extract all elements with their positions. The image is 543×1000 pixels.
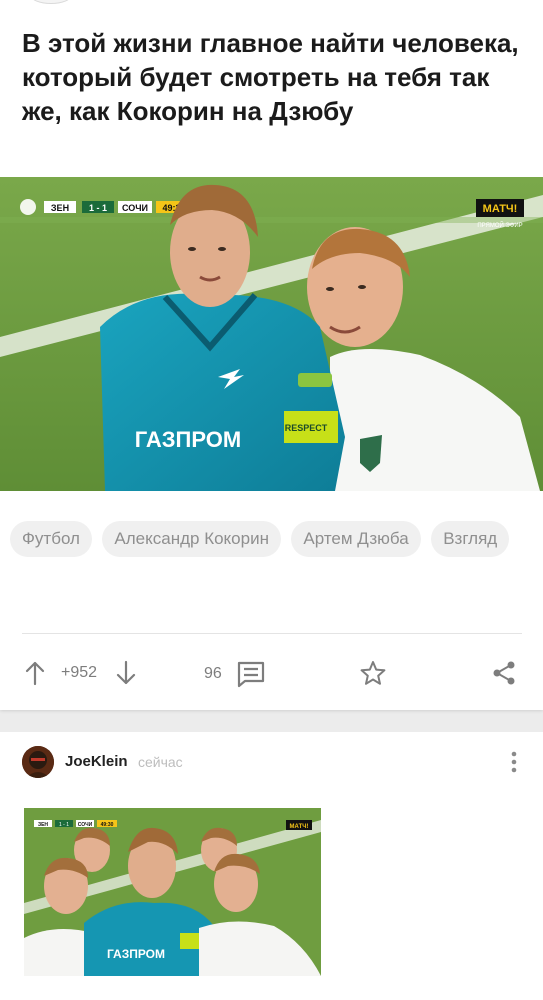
thumb-team-home: ЗЕН <box>38 822 48 828</box>
rating-value: +952 <box>61 664 98 681</box>
divider <box>22 633 522 634</box>
jersey-sponsor-text: ГАЗПРОМ <box>135 427 241 452</box>
share-button[interactable] <box>490 659 518 687</box>
meme-photo: ЗЕН 1 - 1 СОЧИ 49:30 МАТЧ! ГАЗПРОМ <box>24 808 321 976</box>
tag-glance[interactable]: Взгляд <box>431 521 510 557</box>
thumb-jersey-text: ГАЗПРОМ <box>107 947 165 961</box>
comments-count: 96 <box>204 665 222 682</box>
favorite-button[interactable] <box>359 659 387 687</box>
tag-football[interactable]: Футбол <box>10 521 92 557</box>
comment-author[interactable]: JoeKlein <box>65 753 128 770</box>
score-value: 1 - 1 <box>89 203 107 213</box>
tag-dzyuba[interactable]: Артем Дзюба <box>291 521 421 557</box>
arrow-up-icon <box>25 661 45 686</box>
avatar[interactable] <box>22 746 54 778</box>
comment-card: JoeKlein сейчас ЗЕН 1 - 1 СОЧИ 49:30 МАТ… <box>0 732 543 1000</box>
channel-name: МАТЧ! <box>483 203 518 215</box>
football-photo: ЗЕН 1 - 1 СОЧИ 49:30 МАТЧ! ПРЯМОЙ ЭФИР R… <box>0 177 543 491</box>
upvote-button[interactable] <box>24 660 46 686</box>
comment-icon <box>237 661 264 688</box>
tag-kokorin[interactable]: Александр Кокорин <box>102 521 281 557</box>
score-team-away: СОЧИ <box>122 203 148 213</box>
more-vertical-icon <box>511 751 517 773</box>
star-icon <box>360 661 386 685</box>
thumb-clock: 49:30 <box>101 822 114 828</box>
downvote-button[interactable] <box>115 660 137 686</box>
armband-text: RESPECT <box>285 423 328 433</box>
post-card: В этой жизни главное найти человека, кот… <box>0 0 543 710</box>
thumb-channel: МАТЧ! <box>290 824 309 830</box>
thumb-score: 1 - 1 <box>59 822 69 828</box>
comments-button[interactable]: 96 <box>204 660 266 688</box>
scoreboard-overlay: ЗЕН 1 - 1 СОЧИ 49:30 <box>20 199 192 215</box>
score-team-home: ЗЕН <box>51 203 69 213</box>
rating-bar: +952 <box>24 660 137 686</box>
thumb-team-away: СОЧИ <box>78 822 93 828</box>
channel-logo: МАТЧ! ПРЯМОЙ ЭФИР <box>476 199 524 229</box>
post-title[interactable]: В этой жизни главное найти человека, кот… <box>22 26 522 128</box>
share-icon <box>493 661 515 685</box>
post-image[interactable]: ЗЕН 1 - 1 СОЧИ 49:30 МАТЧ! ПРЯМОЙ ЭФИР R… <box>0 177 543 491</box>
arrow-down-icon <box>116 660 136 685</box>
avatar-image <box>22 746 54 778</box>
channel-subtitle: ПРЯМОЙ ЭФИР <box>477 221 522 229</box>
more-options-button[interactable] <box>506 750 522 774</box>
tag-list: Футбол Александр Кокорин Артем Дзюба Взг… <box>10 521 530 569</box>
previous-avatar-fragment <box>30 0 72 4</box>
comment-image[interactable]: ЗЕН 1 - 1 СОЧИ 49:30 МАТЧ! ГАЗПРОМ <box>24 808 321 976</box>
comment-time: сейчас <box>138 754 183 770</box>
